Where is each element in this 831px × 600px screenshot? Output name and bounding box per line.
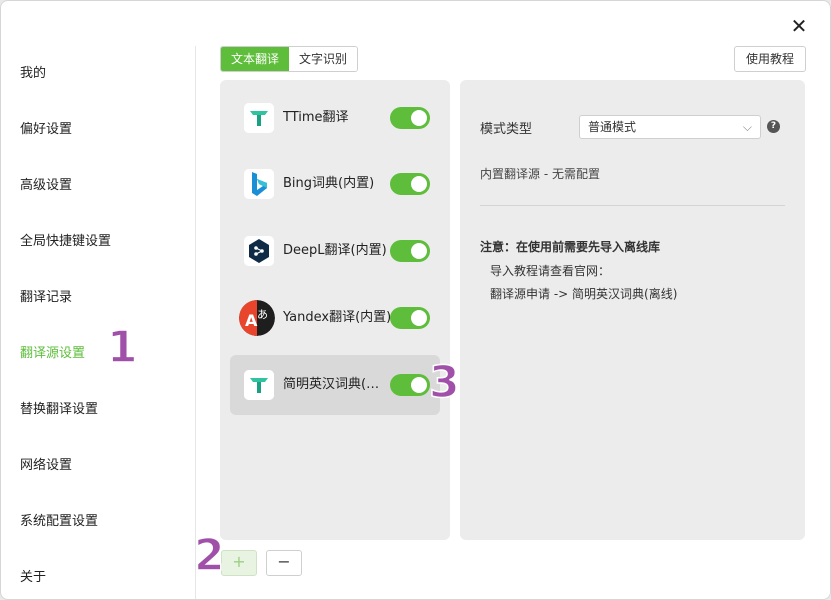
source-name: DeepL翻译(内置) bbox=[283, 243, 387, 258]
sidebar-item-system-config[interactable]: 系统配置设置 bbox=[20, 512, 98, 532]
sidebar-item-advanced[interactable]: 高级设置 bbox=[20, 176, 72, 196]
divider bbox=[480, 205, 785, 206]
source-item-bing[interactable]: Bing词典(内置) bbox=[230, 154, 440, 214]
note-line: 导入教程请查看官网： bbox=[490, 264, 611, 278]
bing-icon bbox=[244, 169, 274, 199]
settings-window: ✕ 我的 偏好设置 高级设置 全局快捷键设置 翻译记录 翻译源设置 替换翻译设置… bbox=[0, 0, 831, 600]
tab-ocr[interactable]: 文字识别 bbox=[289, 47, 358, 71]
add-source-button[interactable]: + bbox=[221, 550, 257, 576]
close-icon[interactable]: ✕ bbox=[788, 15, 810, 37]
annotation-marker-3: 3 bbox=[428, 357, 460, 409]
builtin-source-text: 内置翻译源 - 无需配置 bbox=[480, 167, 600, 181]
help-icon[interactable]: ? bbox=[767, 120, 780, 133]
mode-type-value: 普通模式 bbox=[588, 120, 637, 134]
svg-text:あ: あ bbox=[257, 308, 268, 321]
mode-type-label: 模式类型 bbox=[480, 122, 533, 137]
source-toggle[interactable] bbox=[390, 374, 430, 396]
source-detail-panel: 模式类型 普通模式 ⌵ ? 内置翻译源 - 无需配置 注意：在使用前需要先导入离… bbox=[460, 80, 805, 540]
sidebar: 我的 偏好设置 高级设置 全局快捷键设置 翻译记录 翻译源设置 替换翻译设置 网… bbox=[1, 46, 196, 599]
sidebar-item-about[interactable]: 关于 bbox=[20, 568, 46, 588]
source-toggle[interactable] bbox=[390, 240, 430, 262]
source-name: Bing词典(内置) bbox=[283, 176, 375, 191]
ttime-icon bbox=[244, 370, 274, 400]
note-line: 翻译源申请 -> 简明英汉词典(离线) bbox=[490, 287, 678, 301]
source-item-yandex[interactable]: A あ Yandex翻译(内置) bbox=[230, 288, 440, 348]
source-toggle[interactable] bbox=[390, 307, 430, 329]
chevron-down-icon: ⌵ bbox=[742, 120, 752, 134]
source-toggle[interactable] bbox=[390, 173, 430, 195]
source-name: 简明英汉词典(内置) bbox=[283, 377, 388, 392]
source-list: TTime翻译 Bing词典(内置) DeepL翻译(内置) A あ Yande… bbox=[220, 80, 450, 540]
mode-type-select[interactable]: 普通模式 ⌵ bbox=[579, 115, 761, 139]
sidebar-item-global-shortcuts[interactable]: 全局快捷键设置 bbox=[20, 232, 111, 252]
source-toggle[interactable] bbox=[390, 107, 430, 129]
sidebar-item-history[interactable]: 翻译记录 bbox=[20, 288, 72, 308]
annotation-marker-2: 2 bbox=[193, 530, 225, 582]
sidebar-item-mine[interactable]: 我的 bbox=[20, 64, 46, 84]
remove-source-button[interactable]: − bbox=[266, 550, 302, 576]
source-item-jianming[interactable]: 简明英汉词典(内置) bbox=[230, 355, 440, 415]
source-item-ttime[interactable]: TTime翻译 bbox=[230, 88, 440, 148]
ttime-icon bbox=[244, 103, 274, 133]
yandex-icon: A あ bbox=[239, 300, 275, 336]
tab-text-translation[interactable]: 文本翻译 bbox=[221, 47, 290, 71]
deepl-icon bbox=[244, 236, 274, 266]
source-name: TTime翻译 bbox=[283, 110, 349, 125]
annotation-marker-1: 1 bbox=[106, 322, 138, 374]
sidebar-item-replace-translation[interactable]: 替换翻译设置 bbox=[20, 400, 98, 420]
tutorial-button[interactable]: 使用教程 bbox=[734, 46, 806, 72]
tab-bar: 文本翻译 文字识别 bbox=[220, 46, 359, 72]
source-item-deepl[interactable]: DeepL翻译(内置) bbox=[230, 221, 440, 281]
note-title: 注意：在使用前需要先导入离线库 bbox=[480, 240, 661, 254]
source-name: Yandex翻译(内置) bbox=[283, 310, 392, 325]
sidebar-item-preferences[interactable]: 偏好设置 bbox=[20, 120, 72, 140]
sidebar-item-translation-sources[interactable]: 翻译源设置 bbox=[20, 344, 85, 364]
sidebar-item-network[interactable]: 网络设置 bbox=[20, 456, 72, 476]
